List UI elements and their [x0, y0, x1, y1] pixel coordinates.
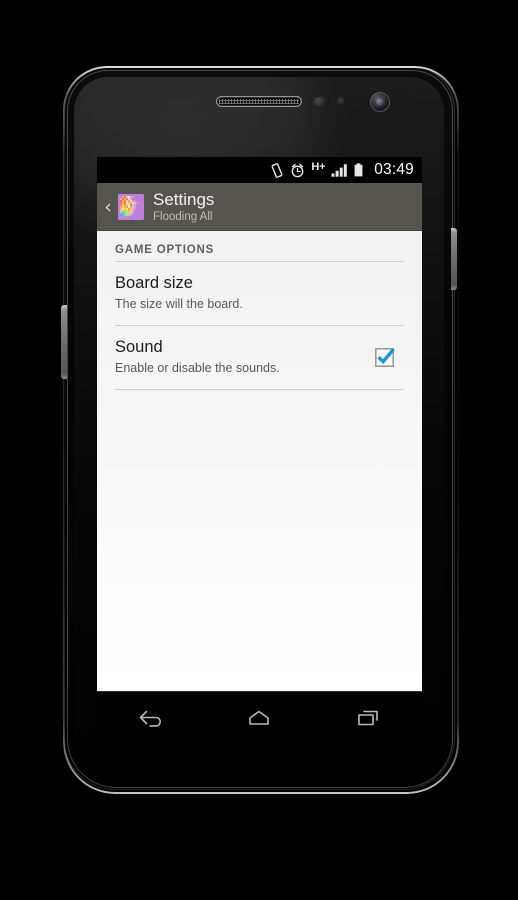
- page-title: Settings: [153, 189, 215, 209]
- status-bar: H+ 03:49: [97, 157, 422, 183]
- action-bar-titles: Settings Flooding All: [153, 190, 214, 225]
- earpiece-speaker: [216, 96, 302, 107]
- divider: [115, 389, 404, 390]
- status-bar-icons: H+ 03:49: [270, 160, 414, 179]
- alarm-clock-icon: [292, 163, 304, 177]
- signal-bars-icon: [331, 164, 348, 177]
- volume-rocker[interactable]: [61, 305, 67, 379]
- status-bar-clock: 03:49: [374, 161, 414, 179]
- vibrate-icon: [271, 162, 283, 178]
- checkmark-icon: [377, 347, 395, 364]
- sound-checkbox[interactable]: [375, 347, 395, 367]
- earpiece-mesh: [219, 99, 299, 104]
- preference-row-sound[interactable]: Sound Enable or disable the sounds.: [97, 326, 422, 389]
- preference-list: GAME OPTIONS Board size The size will th…: [97, 231, 422, 691]
- back-nav-button[interactable]: [119, 698, 183, 738]
- front-camera-icon: [370, 92, 390, 112]
- network-type-label: H+: [311, 160, 326, 173]
- light-sensor-icon: [337, 97, 346, 106]
- screenshot-root: H+ 03:49 ‹ Settings Flooding All GAME OP…: [0, 0, 518, 900]
- front-camera-lens: [376, 98, 384, 106]
- system-navigation-bar: [97, 691, 422, 743]
- home-nav-button[interactable]: [227, 698, 291, 738]
- back-arrow-icon: [139, 710, 162, 727]
- proximity-sensor-icon: [313, 97, 330, 106]
- flooding-all-app-icon: [118, 194, 144, 220]
- preference-title: Sound: [115, 338, 163, 356]
- action-bar: ‹ Settings Flooding All: [97, 183, 422, 231]
- preference-summary: The size will the board.: [115, 297, 243, 311]
- section-header-game-options: GAME OPTIONS: [115, 244, 215, 256]
- preference-title: Board size: [115, 274, 193, 292]
- page-subtitle: Flooding All: [153, 210, 213, 223]
- home-icon: [249, 710, 270, 725]
- up-navigation-chevron-icon[interactable]: ‹: [100, 197, 116, 217]
- power-button[interactable]: [451, 228, 457, 290]
- preference-summary: Enable or disable the sounds.: [115, 361, 280, 375]
- preference-row-board-size[interactable]: Board size The size will the board.: [97, 262, 422, 325]
- recents-nav-button[interactable]: [336, 698, 400, 738]
- preference-texts: Board size The size will the board.: [115, 273, 404, 313]
- recent-apps-icon: [358, 710, 378, 726]
- preference-texts: Sound Enable or disable the sounds.: [115, 337, 375, 377]
- battery-icon: [354, 163, 363, 177]
- phone-screen: H+ 03:49 ‹ Settings Flooding All GAME OP…: [97, 157, 422, 743]
